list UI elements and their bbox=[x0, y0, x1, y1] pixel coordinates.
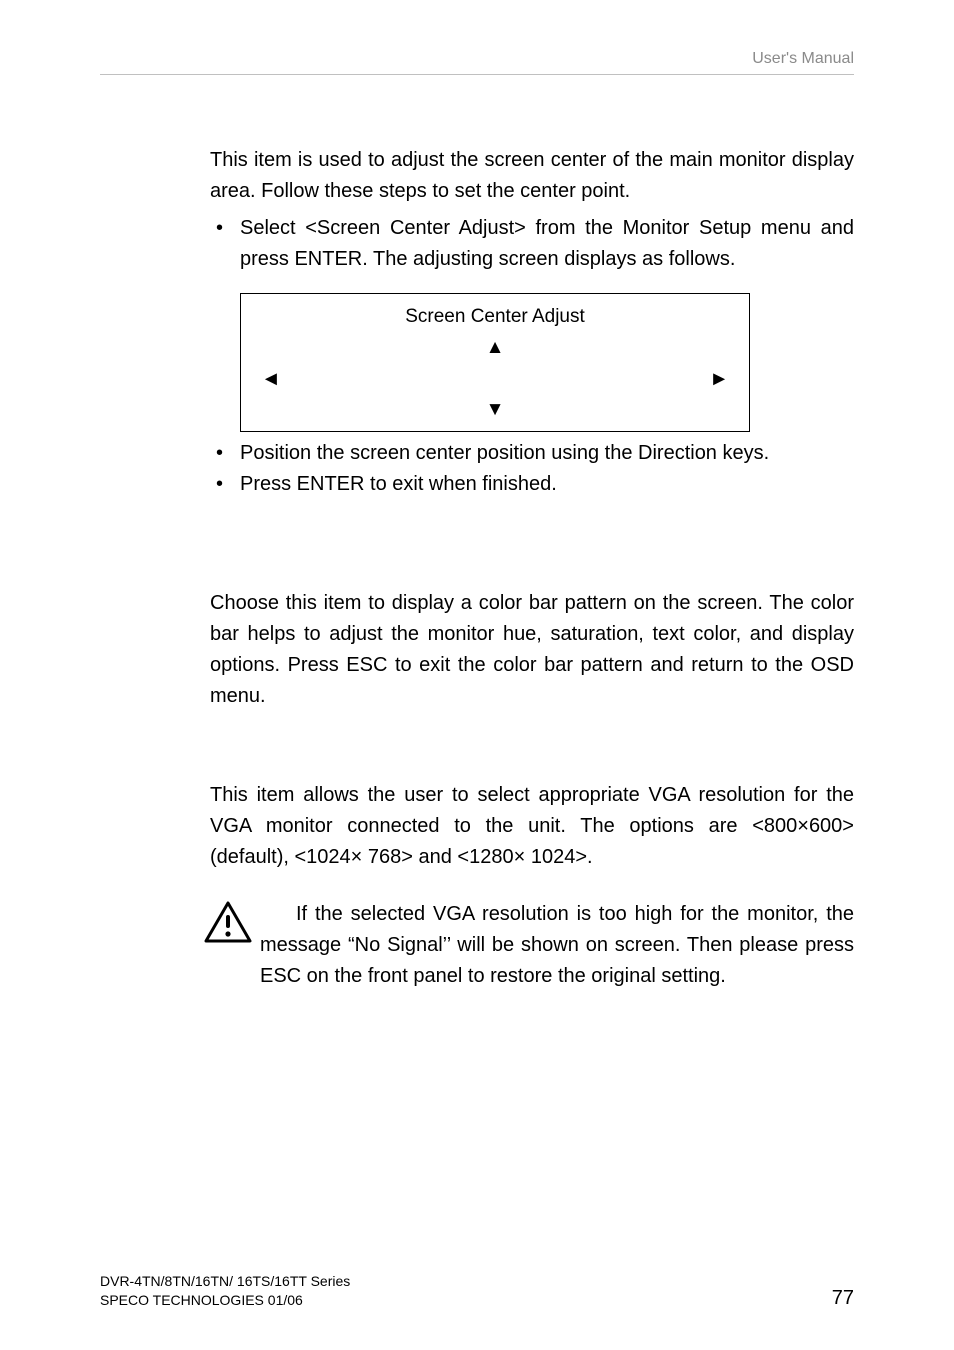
page-number: 77 bbox=[832, 1287, 854, 1310]
screen-center-diagram: Screen Center Adjust ▲ ◄ ► ▼ bbox=[240, 293, 750, 432]
body: This item is used to adjust the screen c… bbox=[210, 145, 854, 992]
footer-company: SPECO TECHNOLOGIES 01/06 bbox=[100, 1291, 350, 1310]
section-gap bbox=[210, 518, 854, 588]
footer-model: DVR-4TN/8TN/16TN/ 16TS/16TT Series bbox=[100, 1272, 350, 1291]
section1-para: This item is used to adjust the screen c… bbox=[210, 145, 854, 207]
section3-para: This item allows the user to select appr… bbox=[210, 780, 854, 873]
arrow-up-icon: ▲ bbox=[257, 333, 733, 363]
section1-bullets-top: Select <Screen Center Adjust> from the M… bbox=[210, 213, 854, 275]
arrow-down-icon: ▼ bbox=[257, 395, 733, 425]
note-block: If the selected VGA resolution is too hi… bbox=[210, 899, 854, 992]
note-content: If the selected VGA resolution is too hi… bbox=[260, 903, 854, 987]
footer-left: DVR-4TN/8TN/16TN/ 16TS/16TT Series SPECO… bbox=[100, 1272, 350, 1310]
header-divider bbox=[100, 74, 854, 75]
arrow-left-icon: ◄ bbox=[261, 364, 281, 395]
section2-para: Choose this item to display a color bar … bbox=[210, 588, 854, 712]
list-item: Select <Screen Center Adjust> from the M… bbox=[210, 213, 854, 275]
diagram-title: Screen Center Adjust bbox=[257, 302, 733, 331]
list-item: Press ENTER to exit when finished. bbox=[210, 469, 854, 500]
note-text: If the selected VGA resolution is too hi… bbox=[260, 899, 854, 992]
list-item: Position the screen center position usin… bbox=[210, 438, 854, 469]
page: User's Manual This item is used to adjus… bbox=[0, 0, 954, 1350]
arrow-right-icon: ► bbox=[709, 364, 729, 395]
footer: DVR-4TN/8TN/16TN/ 16TS/16TT Series SPECO… bbox=[100, 1272, 854, 1310]
warning-icon bbox=[204, 901, 252, 943]
header-right-text: User's Manual bbox=[100, 50, 854, 68]
section-gap bbox=[210, 718, 854, 780]
section1-bullets-bottom: Position the screen center position usin… bbox=[210, 438, 854, 500]
